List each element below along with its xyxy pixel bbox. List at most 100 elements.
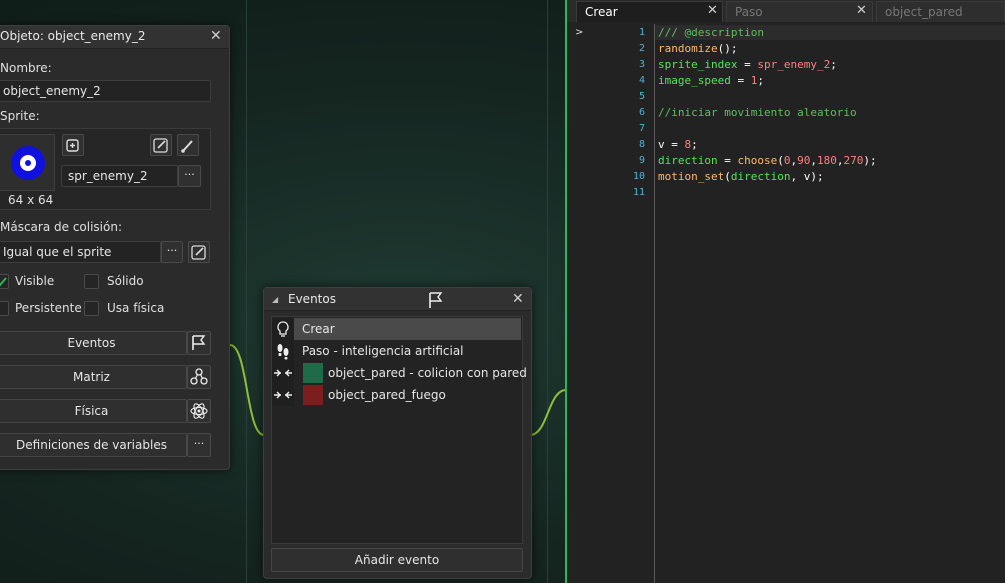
close-icon[interactable]: ✕ xyxy=(210,29,222,43)
event-item-collision-fire-wall[interactable]: object_pared_fuego xyxy=(272,384,521,406)
object-window-title: Objeto: object_enemy_2 xyxy=(0,29,146,43)
event-label: Paso - inteligencia artificial xyxy=(302,344,464,358)
code-line[interactable]: //iniciar movimiento aleatorio xyxy=(658,106,857,119)
connection-wire xyxy=(529,389,567,436)
tab-step[interactable]: Paso xyxy=(726,1,873,22)
sprite-size-label: 64 x 64 xyxy=(8,193,54,207)
close-icon[interactable]: ✕ xyxy=(512,292,524,306)
atom-icon xyxy=(190,403,208,419)
code-token: 180 xyxy=(816,154,837,167)
code-line[interactable]: image_speed = 1; xyxy=(658,74,764,87)
code-token: = xyxy=(717,154,738,167)
sprite-preview[interactable] xyxy=(0,134,55,191)
code-token: ; xyxy=(691,138,698,151)
edit-icon xyxy=(153,138,168,153)
close-icon[interactable]: ✕ xyxy=(707,4,718,18)
code-token: image_speed xyxy=(658,74,731,87)
matrix-icon-button[interactable] xyxy=(187,365,211,389)
physics-icon-button[interactable] xyxy=(187,399,211,423)
code-token: 90 xyxy=(797,154,811,167)
code-token: , xyxy=(790,170,804,183)
workspace-divider xyxy=(547,0,548,583)
events-flag-button[interactable] xyxy=(187,331,211,355)
code-token: ( xyxy=(777,154,784,167)
event-item-create[interactable]: Crear xyxy=(272,318,521,340)
line-number: 6 xyxy=(638,107,645,118)
code-token: ( xyxy=(724,170,731,183)
solid-checkbox[interactable] xyxy=(84,274,99,289)
paint-sprite-button[interactable] xyxy=(177,134,199,156)
edit-sprite-button[interactable] xyxy=(150,134,172,156)
line-number: 1 xyxy=(638,27,645,38)
collision-mask-field[interactable]: Igual que el sprite xyxy=(0,241,161,263)
line-number: 8 xyxy=(638,139,645,150)
physics-button[interactable]: Física xyxy=(0,399,187,423)
checkmark-icon xyxy=(0,277,7,287)
code-token: (); xyxy=(717,42,738,55)
edit-mask-button[interactable] xyxy=(188,241,210,263)
code-editor xyxy=(565,0,1005,583)
collision-mask-label: Máscara de colisión: xyxy=(0,220,123,234)
code-token: 270 xyxy=(843,154,864,167)
add-event-button[interactable]: Añadir evento xyxy=(271,548,523,572)
collapse-arrow-icon[interactable]: ◢ xyxy=(272,295,278,304)
code-line[interactable]: randomize(); xyxy=(658,42,737,55)
event-label: Crear xyxy=(302,322,335,336)
mask-browse-button[interactable]: ··· xyxy=(161,241,183,263)
variables-more-button[interactable]: ··· xyxy=(187,433,211,457)
sprite-browse-button[interactable]: ··· xyxy=(178,165,201,187)
object-color-swatch xyxy=(303,363,323,383)
tab-label: object_pared xyxy=(885,5,963,19)
tab-label: Crear xyxy=(585,5,618,19)
code-token: //iniciar movimiento aleatorio xyxy=(658,106,857,119)
event-label: object_pared_fuego xyxy=(328,388,446,402)
object-name-field[interactable]: object_enemy_2 xyxy=(0,80,211,102)
line-number: 5 xyxy=(638,91,645,102)
uses-physics-label: Usa física xyxy=(107,301,165,315)
line-number: 7 xyxy=(638,123,645,134)
code-line[interactable]: sprite_index = spr_enemy_2; xyxy=(658,58,837,71)
object-color-swatch xyxy=(303,385,323,405)
code-token: , xyxy=(810,154,817,167)
code-token: = xyxy=(664,138,685,151)
chevron-right-icon[interactable]: > xyxy=(575,27,583,38)
code-token: = xyxy=(730,74,751,87)
persistent-label: Persistente xyxy=(15,301,82,315)
code-line[interactable]: v = 8; xyxy=(658,138,698,151)
tab-object-pared[interactable]: object_pared xyxy=(876,1,1005,22)
new-sprite-icon xyxy=(66,139,79,152)
code-token: choose xyxy=(737,154,778,167)
connection-wire xyxy=(229,344,265,436)
hierarchy-icon xyxy=(190,368,208,385)
code-line[interactable]: /// @description xyxy=(658,26,764,39)
line-number: 4 xyxy=(638,75,645,86)
line-number: 2 xyxy=(638,43,645,54)
line-number: 11 xyxy=(632,187,645,198)
event-item-step[interactable]: Paso - inteligencia artificial xyxy=(272,340,521,362)
persistent-checkbox[interactable] xyxy=(0,301,9,316)
code-token: motion_set xyxy=(658,170,725,183)
variable-definitions-button[interactable]: Definiciones de variables xyxy=(0,433,187,457)
events-window-title: Eventos xyxy=(288,292,336,306)
visible-checkbox[interactable] xyxy=(0,274,9,289)
code-token: ; xyxy=(757,74,764,87)
events-button[interactable]: Eventos xyxy=(0,331,187,355)
sprite-name-field[interactable]: spr_enemy_2 xyxy=(61,165,178,187)
code-token: direction xyxy=(730,170,791,183)
matrix-button[interactable]: Matriz xyxy=(0,365,187,389)
close-icon[interactable]: ✕ xyxy=(856,4,867,18)
line-number: 10 xyxy=(632,171,645,182)
code-token: ; xyxy=(830,58,837,71)
tab-create[interactable]: Crear xyxy=(576,1,723,22)
tab-label: Paso xyxy=(735,5,763,19)
uses-physics-checkbox[interactable] xyxy=(84,301,99,316)
new-sprite-button[interactable] xyxy=(62,134,84,156)
code-line[interactable]: direction = choose(0,90,180,270); xyxy=(658,154,877,167)
flag-icon xyxy=(426,290,446,313)
solid-label: Sólido xyxy=(107,274,144,288)
event-item-collision-wall[interactable]: object_pared - colicion con pared xyxy=(272,362,527,384)
code-token: sprite_index xyxy=(658,58,738,71)
code-line[interactable]: motion_set(direction, v); xyxy=(658,170,824,183)
flag-icon xyxy=(192,335,206,350)
line-number: 9 xyxy=(638,155,645,166)
